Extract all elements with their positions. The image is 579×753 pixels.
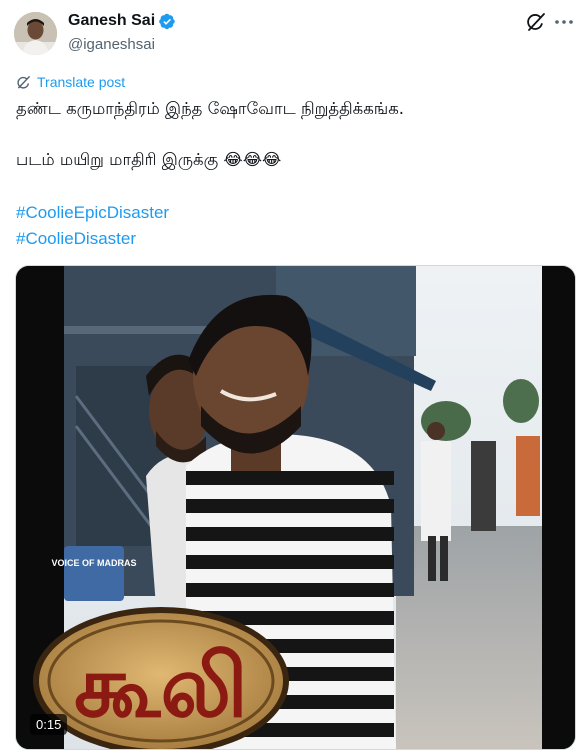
translate-icon: [17, 75, 31, 89]
hashtag-coolie-disaster[interactable]: #CoolieDisaster: [16, 229, 136, 249]
video-frame: VOICE OF MADRAS கூலி: [16, 266, 575, 749]
verified-badge-icon: [159, 13, 175, 29]
translate-post-link[interactable]: Translate post: [16, 74, 125, 90]
author-handle[interactable]: @iganeshsai: [68, 36, 155, 53]
hashtag-coolie-epic-disaster[interactable]: #CoolieEpicDisaster: [16, 203, 169, 223]
video-duration: 0:15: [30, 714, 68, 735]
post-text-line-1: தண்ட கருமாந்திரம் இந்த ஷோவோட நிறுத்திக்க…: [16, 99, 405, 118]
grok-icon[interactable]: [525, 11, 547, 33]
more-options-icon[interactable]: [554, 12, 574, 32]
author-name[interactable]: Ganesh Sai: [68, 12, 155, 30]
post-text-line-2: படம் மயிறு மாதிரி இருக்கு 😂😂😂: [16, 150, 282, 169]
sign-text: VOICE OF MADRAS: [51, 558, 136, 568]
translate-label: Translate post: [37, 74, 126, 90]
avatar[interactable]: [14, 12, 57, 55]
coolie-logo-text: கூலி: [74, 637, 248, 737]
video-player[interactable]: VOICE OF MADRAS கூலி: [15, 265, 576, 750]
